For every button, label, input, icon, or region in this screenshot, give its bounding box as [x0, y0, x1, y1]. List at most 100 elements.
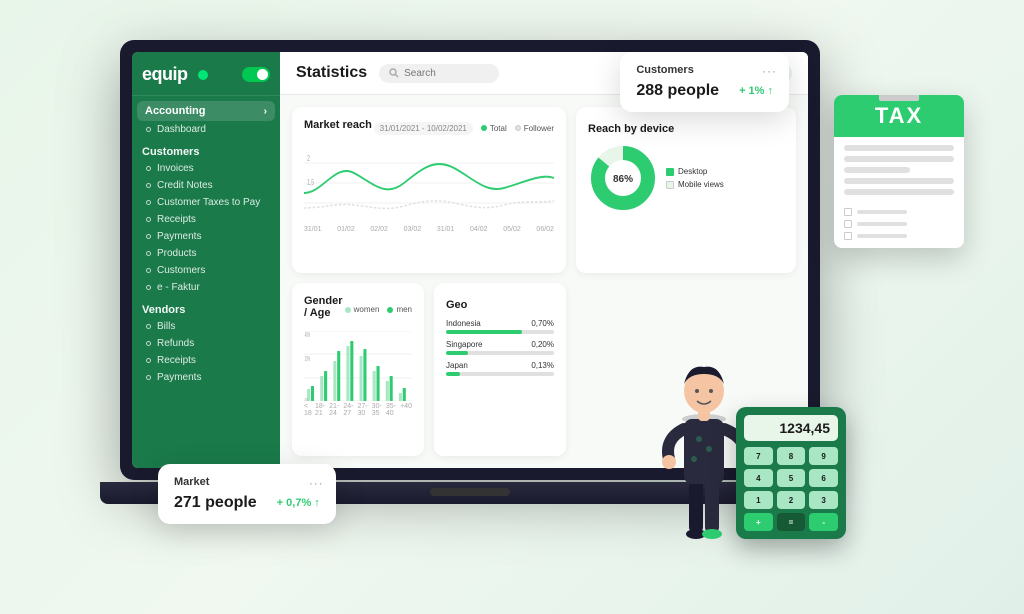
market-float-card: ··· Market 271 people + 0,7% ↑	[158, 464, 336, 524]
women-dot	[345, 307, 351, 313]
dot-icon	[146, 217, 151, 222]
mobile-label: Mobile views	[678, 180, 724, 189]
men-label: men	[396, 305, 412, 314]
dot-icon	[146, 127, 151, 132]
search-bar[interactable]	[379, 64, 499, 83]
dot-icon	[146, 358, 151, 363]
customers-card-row: 288 people + 1% ↑	[636, 82, 773, 100]
geo-japan-fill	[446, 372, 460, 376]
sidebar-item-credit-notes[interactable]: Credit Notes	[132, 177, 280, 194]
geo-items: Indonesia 0,70%	[446, 319, 554, 376]
market-card-dots: ···	[309, 476, 324, 490]
search-icon	[389, 68, 399, 78]
calc-btn-5[interactable]: 5	[777, 469, 806, 487]
tax-line-4	[844, 178, 954, 184]
sidebar-credit-notes-label: Credit Notes	[157, 180, 213, 191]
calc-btn-3[interactable]: 3	[809, 491, 838, 509]
sidebar-customers-label: Customers	[157, 265, 205, 276]
sidebar-vendor-receipts-label: Receipts	[157, 355, 196, 366]
customers-float-card: ··· Customers 288 people + 1% ↑	[620, 52, 789, 112]
legend-desktop: Desktop	[666, 167, 724, 176]
tax-checkbox-1	[844, 208, 954, 216]
geo-item-japan: Japan 0,13%	[446, 361, 554, 376]
gender-legend: women men	[345, 305, 412, 314]
sidebar-item-bills[interactable]: Bills	[132, 318, 280, 335]
toggle-button[interactable]	[242, 67, 270, 82]
market-card-title: Market	[174, 476, 320, 488]
sidebar-logo: equip	[132, 52, 280, 96]
calc-btn-6[interactable]: 6	[809, 469, 838, 487]
calculator-buttons: 7 8 9 4 5 6 1 2 3 + = -	[744, 447, 838, 531]
dot-icon	[146, 234, 151, 239]
scene: equip Accounting › Dashboard Customers	[0, 0, 1024, 614]
sidebar-customer-taxes-label: Customer Taxes to Pay	[157, 197, 260, 208]
sidebar-item-customers[interactable]: Customers	[132, 262, 280, 279]
sidebar-item-products[interactable]: Products	[132, 245, 280, 262]
men-dot	[387, 307, 393, 313]
dot-icon	[146, 251, 151, 256]
dot-icon	[146, 324, 151, 329]
checkbox-line-3	[857, 234, 907, 238]
market-reach-title: Market reach	[304, 119, 372, 131]
logo-circle	[198, 70, 208, 80]
geo-indonesia-bar	[446, 330, 554, 334]
gender-age-title: Gender / Age	[304, 295, 345, 319]
calculator-screen: 1234,45	[744, 415, 838, 441]
sidebar-products-label: Products	[157, 248, 196, 259]
sidebar-vendor-payments-label: Payments	[157, 372, 201, 383]
dot-icon	[146, 375, 151, 380]
calc-btn-4[interactable]: 4	[744, 469, 773, 487]
dot-icon	[146, 200, 151, 205]
sidebar-item-vendor-receipts[interactable]: Receipts	[132, 352, 280, 369]
device-legend: Desktop Mobile views	[666, 167, 724, 189]
sidebar-item-dashboard[interactable]: Dashboard	[132, 121, 280, 138]
sidebar-item-invoices[interactable]: Invoices	[132, 160, 280, 177]
geo-card: Geo Indonesia 0,70%	[434, 283, 566, 457]
legend-men: men	[387, 305, 412, 314]
tax-checkbox-2	[844, 220, 954, 228]
geo-title: Geo	[446, 299, 467, 311]
market-card-change: + 0,7% ↑	[277, 497, 320, 509]
geo-japan-label: Japan 0,13%	[446, 361, 554, 370]
tax-header: TAX	[834, 95, 964, 137]
date-range: 31/01/2021 - 10/02/2021	[374, 122, 473, 135]
calc-btn-9[interactable]: 9	[809, 447, 838, 465]
calc-btn-2[interactable]: 2	[777, 491, 806, 509]
bar-age-labels: < 18 18-21 21-24 24-27 27-30 30-35 35-40…	[304, 403, 412, 417]
dot-icon	[146, 166, 151, 171]
checkbox-line-2	[857, 222, 907, 226]
sidebar-item-efaktur[interactable]: e - Faktur	[132, 279, 280, 296]
tax-line-1	[844, 145, 954, 151]
sidebar-payments-label: Payments	[157, 231, 201, 242]
sidebar-customers-group: Customers	[132, 138, 280, 160]
customers-card-dots: ···	[762, 64, 777, 78]
customers-card-change: + 1% ↑	[739, 85, 773, 97]
sidebar-item-customer-taxes[interactable]: Customer Taxes to Pay	[132, 194, 280, 211]
sidebar-receipts-label: Receipts	[157, 214, 196, 225]
calc-btn-1[interactable]: 1	[744, 491, 773, 509]
calc-btn-7[interactable]: 7	[744, 447, 773, 465]
calc-btn-8[interactable]: 8	[777, 447, 806, 465]
chart-x-labels: 31/01 01/02 02/02 03/02 31/01 04/02 05/0…	[304, 226, 554, 233]
market-card-value: 271 people	[174, 494, 257, 512]
sidebar-invoices-label: Invoices	[157, 163, 194, 174]
sidebar-item-payments[interactable]: Payments	[132, 228, 280, 245]
calc-btn-plus[interactable]: +	[744, 513, 773, 531]
sidebar-item-receipts[interactable]: Receipts	[132, 211, 280, 228]
desktop-color	[666, 168, 674, 176]
svg-text:86%: 86%	[613, 174, 633, 185]
geo-japan-bar	[446, 372, 554, 376]
sidebar-item-vendor-payments[interactable]: Payments	[132, 369, 280, 386]
calc-btn-eq[interactable]: =	[777, 513, 806, 531]
sidebar-item-refunds[interactable]: Refunds	[132, 335, 280, 352]
sidebar-dashboard-label: Dashboard	[157, 124, 206, 135]
sidebar-accounting-section[interactable]: Accounting ›	[137, 101, 275, 121]
search-input[interactable]	[404, 68, 484, 79]
customers-card-value: 288 people	[636, 82, 719, 100]
geo-singapore-fill	[446, 351, 468, 355]
market-reach-header: Market reach 31/01/2021 - 10/02/2021 Tot…	[304, 119, 554, 137]
legend-follower-dot	[515, 125, 521, 131]
calc-btn-minus[interactable]: -	[809, 513, 838, 531]
customers-card-title: Customers	[636, 64, 773, 76]
line-chart-svg: 2 1,5	[304, 143, 554, 223]
